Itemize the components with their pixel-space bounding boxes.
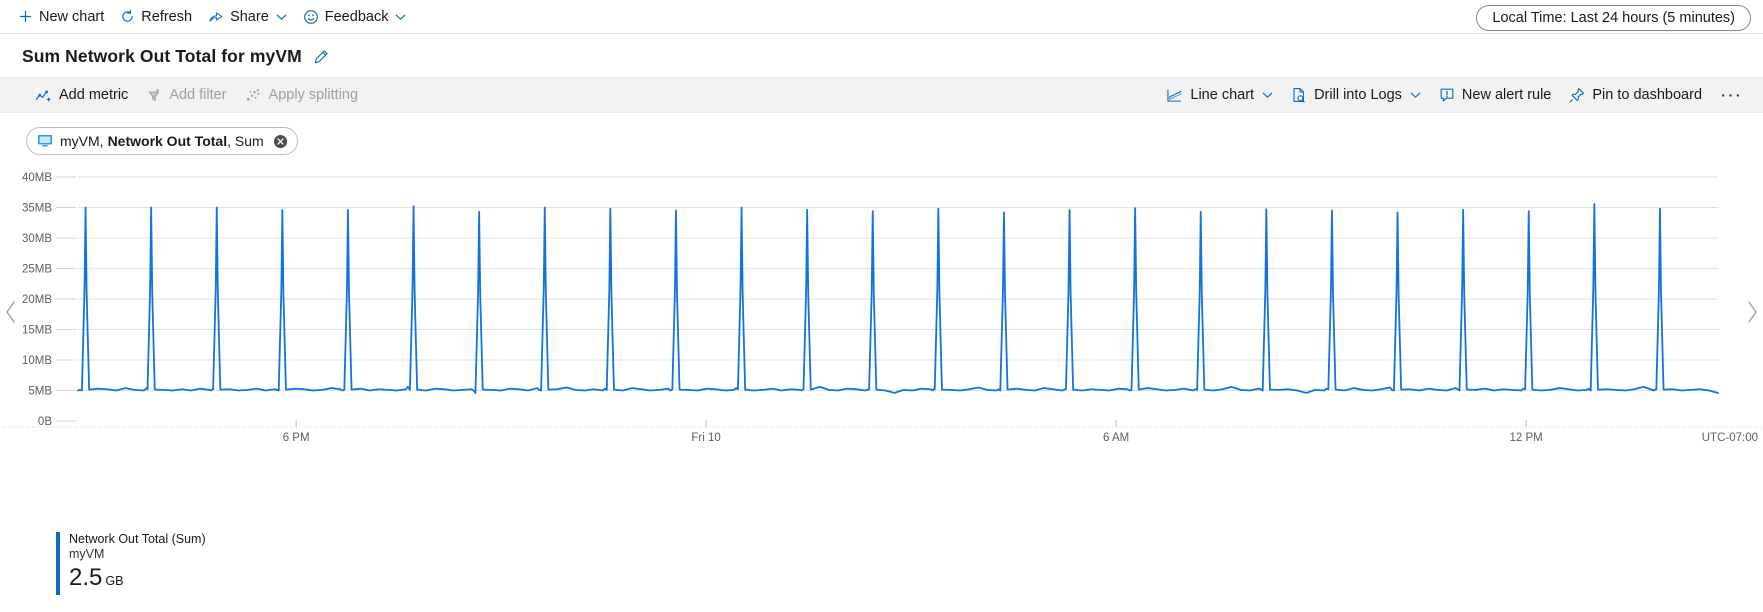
page-title: Sum Network Out Total for myVM [22,46,302,66]
page-title-row: Sum Network Out Total for myVM [0,34,1763,77]
pencil-icon[interactable] [313,49,329,65]
close-circle-icon[interactable] [273,134,288,149]
feedback-label: Feedback [324,8,389,25]
svg-text:UTC-07:00: UTC-07:00 [1702,432,1758,444]
drill-into-logs-button[interactable]: Drill into Logs [1282,80,1430,110]
legend-resource-name: myVM [69,547,105,561]
drill-into-logs-label: Drill into Logs [1314,87,1402,103]
chevron-down-icon [276,13,287,21]
chart-toolbar-right-group: Line chart Drill into Logs New alert rul… [1157,80,1751,110]
chart-type-button[interactable]: Line chart [1157,80,1282,110]
chevron-down-icon [395,13,406,21]
time-range-label: Local Time: Last 24 hours (5 minutes) [1492,10,1735,26]
add-metric-button[interactable]: Add metric [26,80,137,110]
feedback-button[interactable]: Feedback [295,2,415,32]
svg-text:5MB: 5MB [28,386,52,398]
time-range-picker[interactable]: Local Time: Last 24 hours (5 minutes) [1476,5,1751,31]
pin-icon [1569,87,1585,103]
svg-text:0B: 0B [38,416,52,428]
add-filter-label: Add filter [169,87,227,103]
refresh-button[interactable]: Refresh [112,2,200,32]
new-chart-button[interactable]: New chart [10,2,112,32]
chart-toolbar: Add metric Add filter Apply splitting Li… [0,77,1763,113]
share-button[interactable]: Share [200,2,295,32]
legend-unit: GB [105,574,124,588]
line-chart-icon [1166,88,1183,103]
svg-text:15MB: 15MB [22,325,52,337]
vm-icon [37,134,53,148]
legend-series-name: Network Out Total (Sum) [69,532,206,546]
svg-text:25MB: 25MB [22,264,52,276]
smiley-icon [303,9,319,25]
chevron-down-icon [1410,91,1421,99]
svg-text:40MB: 40MB [22,172,52,184]
svg-text:6 AM: 6 AM [1103,432,1129,444]
apply-splitting-label: Apply splitting [268,87,359,103]
new-chart-label: New chart [39,8,105,25]
metrics-page: New chart Refresh Share Feedback Local T… [0,0,1763,612]
metric-pill-aggregation: , Sum [227,133,264,149]
chevron-down-icon [1262,91,1273,99]
metric-pill-metric: Network Out Total [107,133,228,149]
svg-text:Fri 10: Fri 10 [691,432,720,444]
metrics-line-chart[interactable]: 40MB 35MB 30MB 25MB 20MB 15MB 10MB 5MB 0B 6 PM Fri… [0,169,1763,469]
svg-text:35MB: 35MB [22,203,52,215]
metric-pill-resource: myVM, [60,133,104,149]
metric-pill[interactable]: myVM, Network Out Total , Sum [26,127,298,155]
share-label: Share [230,8,269,25]
apply-splitting-button: Apply splitting [236,80,367,110]
new-alert-rule-button[interactable]: New alert rule [1430,80,1560,110]
svg-text:6 PM: 6 PM [283,432,310,444]
pin-to-dashboard-label: Pin to dashboard [1592,87,1703,103]
plus-icon [18,9,33,24]
svg-text:10MB: 10MB [22,355,52,367]
metric-pill-row: myVM, Network Out Total , Sum [0,113,1763,155]
refresh-label: Refresh [141,8,193,25]
chart-legend: Network Out Total (Sum) myVM 2.5 GB [56,532,206,595]
legend-color-swatch [56,532,60,595]
chart-type-label: Line chart [1190,87,1255,103]
svg-text:30MB: 30MB [22,233,52,245]
add-metric-icon [35,88,52,103]
refresh-icon [120,9,135,24]
share-icon [208,9,224,24]
filter-icon [146,88,162,103]
more-options-button[interactable]: ··· [1711,86,1751,105]
new-alert-rule-label: New alert rule [1461,87,1552,103]
pin-to-dashboard-button[interactable]: Pin to dashboard [1560,80,1711,110]
svg-text:12 PM: 12 PM [1509,432,1542,444]
command-bar: New chart Refresh Share Feedback Local T… [0,0,1763,34]
add-metric-label: Add metric [59,87,129,103]
chart-area: 40MB 35MB 30MB 25MB 20MB 15MB 10MB 5MB 0B 6 PM Fri… [0,169,1763,469]
svg-text:20MB: 20MB [22,294,52,306]
add-filter-button: Add filter [137,80,235,110]
legend-value: 2.5 [69,564,103,591]
drill-logs-icon [1291,87,1307,103]
splitting-icon [245,88,262,103]
alert-icon [1439,87,1455,103]
